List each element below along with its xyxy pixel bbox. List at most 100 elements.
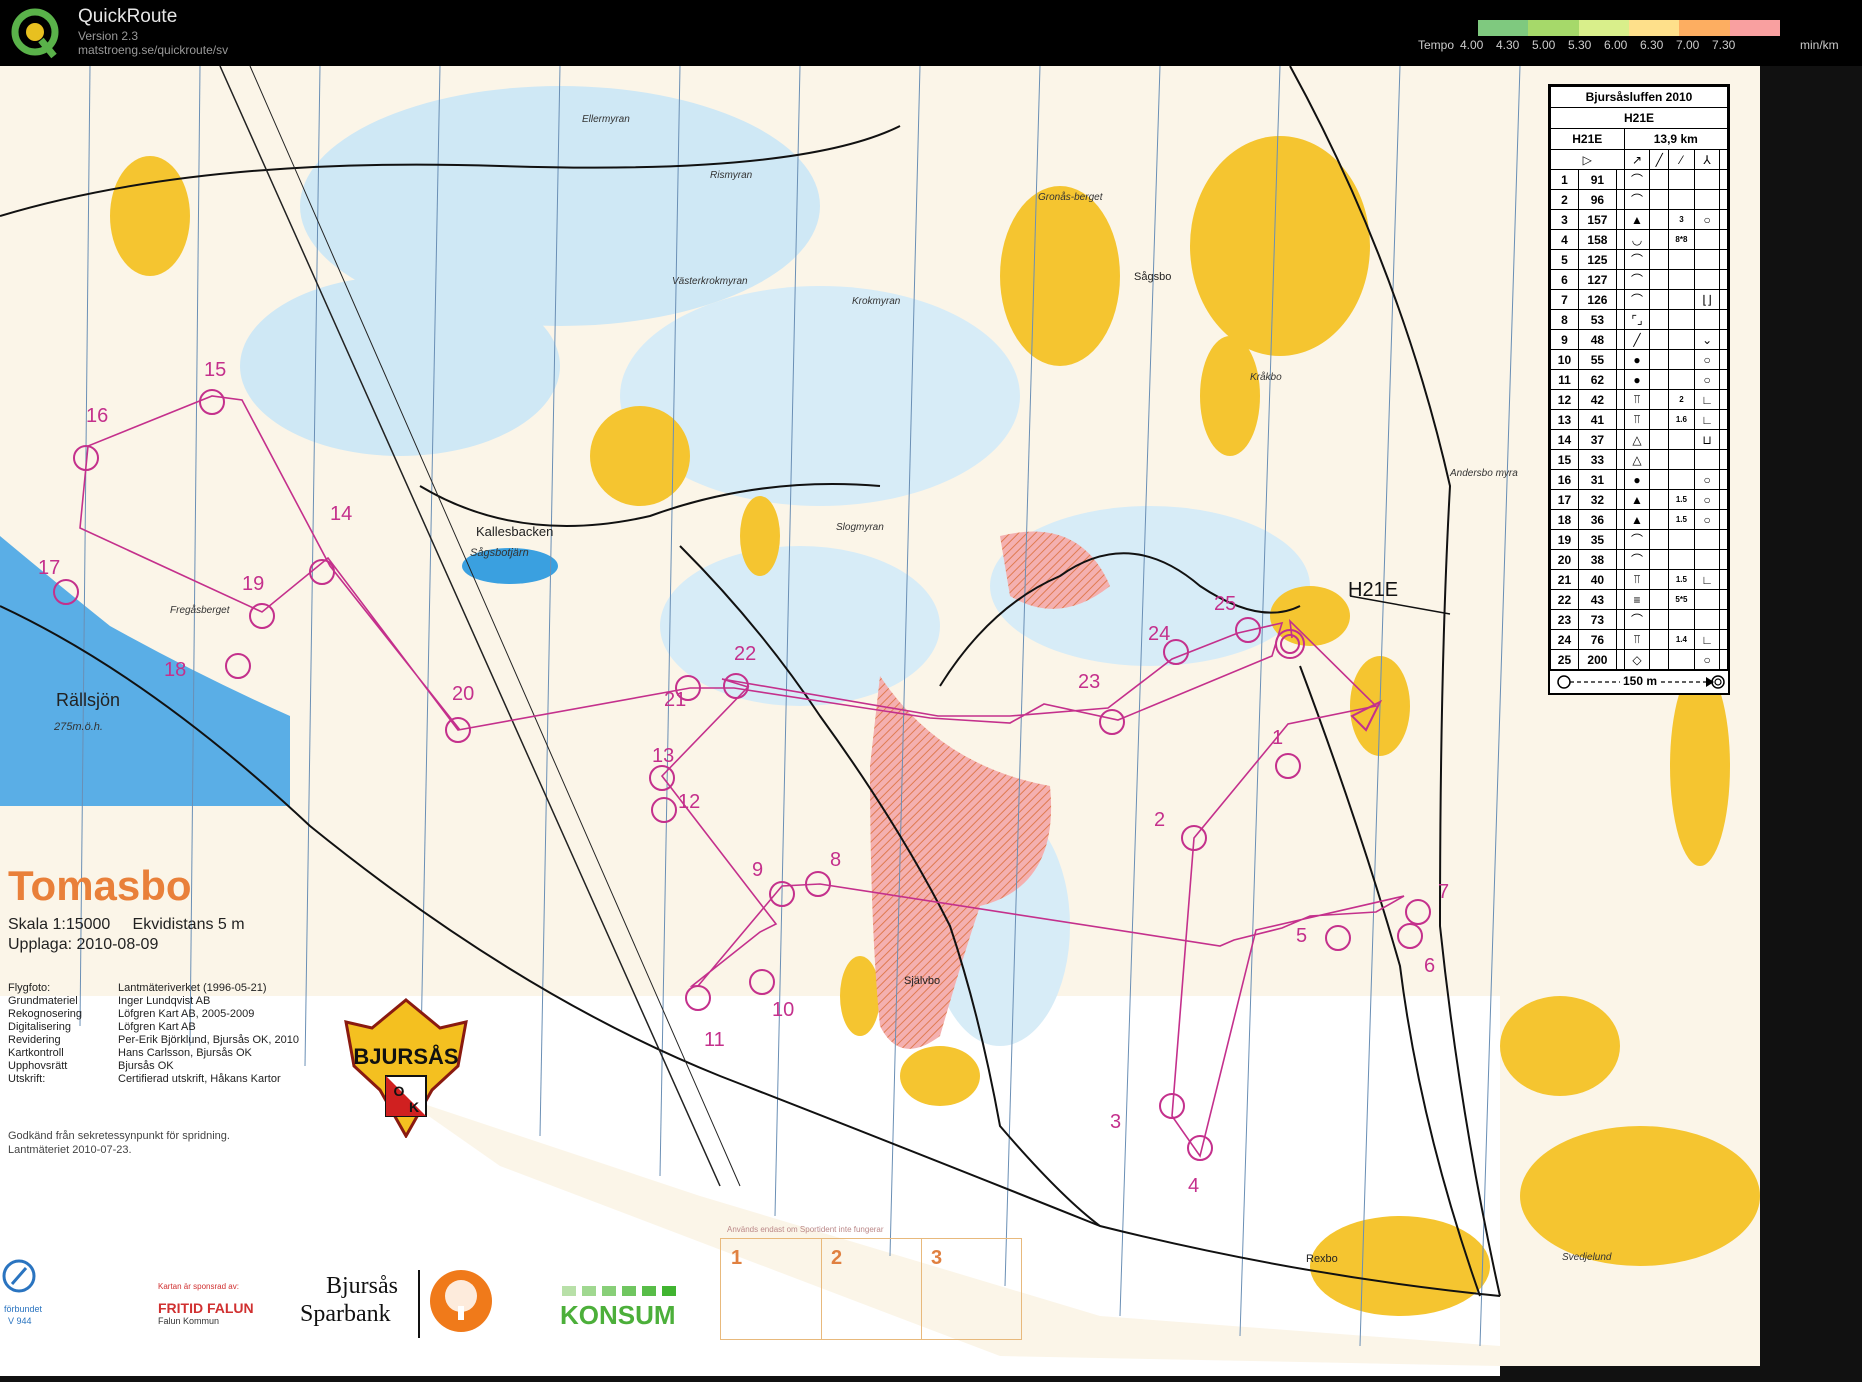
control-sequence: 7: [1550, 289, 1579, 310]
tempo-color-cell: [1578, 20, 1629, 36]
col-e: [1649, 289, 1669, 310]
position-symbol: [1693, 549, 1721, 570]
approval-note: Godkänd från sekretessynpunkt för spridn…: [8, 1130, 230, 1142]
place-rallsjon: Rällsjön: [56, 690, 120, 710]
col-e: [1649, 509, 1669, 530]
sparbank-line2: Sparbank: [300, 1301, 391, 1327]
control-code: 96: [1577, 189, 1617, 210]
control-number-3: 3: [1110, 1111, 1121, 1133]
position-symbol: [1693, 529, 1721, 550]
control-code: 157: [1577, 209, 1617, 230]
control-number-19: 19: [242, 573, 264, 595]
position-symbol: ○: [1693, 469, 1721, 490]
col-c: [1615, 629, 1625, 650]
description-row: 5 125 ⌒: [1550, 249, 1728, 270]
control-code: 32: [1577, 489, 1617, 510]
feature-symbol: ⌒: [1623, 269, 1651, 290]
col-c: [1615, 469, 1625, 490]
place-gronasberget: Gronås-berget: [1038, 191, 1104, 203]
col-h: [1719, 569, 1728, 590]
control-sequence: 20: [1550, 549, 1579, 570]
control-sequence: 10: [1550, 349, 1579, 370]
col-h: [1719, 409, 1728, 430]
col-h: [1719, 529, 1728, 550]
col-e: [1649, 589, 1669, 610]
feature-symbol: ⫪: [1623, 629, 1651, 650]
control-sequence: 11: [1550, 369, 1579, 390]
control-number-25: 25: [1214, 593, 1236, 615]
feature-symbol: ⌒: [1623, 189, 1651, 210]
col-e: [1649, 229, 1669, 250]
app-url[interactable]: matstroeng.se/quickroute/sv: [78, 43, 228, 57]
control-sequence: 18: [1550, 509, 1579, 530]
feature-symbol: ╱: [1623, 329, 1651, 350]
tempo-tick: 4.00: [1460, 38, 1484, 52]
col-h: [1719, 589, 1728, 610]
position-symbol: ○: [1693, 509, 1721, 530]
feature-symbol: ⌒: [1623, 289, 1651, 310]
quickroute-logo-icon: [11, 8, 59, 59]
col-c: [1615, 249, 1625, 270]
col-c: [1615, 549, 1625, 570]
description-row: 16 31 ● ○: [1550, 469, 1728, 490]
control-code: 53: [1577, 309, 1617, 330]
club-badge-logo: BJURSÅS O K: [344, 998, 468, 1138]
col-e: [1649, 469, 1669, 490]
si-box: 2: [821, 1239, 922, 1339]
map-contour: Ekvidistans 5 m: [132, 916, 245, 933]
feature-symbol: ⌒: [1623, 549, 1651, 570]
col-e: [1649, 249, 1669, 270]
col-c: [1615, 189, 1625, 210]
description-row: 25 200 ◇ ○: [1550, 649, 1728, 670]
description-row: 9 48 ╱ ⌄: [1550, 329, 1728, 350]
col-e: [1649, 269, 1669, 290]
dimension: [1668, 469, 1695, 490]
position-symbol: ○: [1693, 349, 1721, 370]
feature-symbol: ●: [1623, 469, 1651, 490]
map-scale: Skala 1:15000: [8, 916, 111, 933]
col-c: [1615, 569, 1625, 590]
col-h: [1719, 289, 1728, 310]
col-c: [1615, 409, 1625, 430]
control-code: 33: [1577, 449, 1617, 470]
feature-symbol: △: [1623, 449, 1651, 470]
control-number-10: 10: [772, 999, 794, 1021]
control-number-20: 20: [452, 683, 474, 705]
col-e: [1649, 209, 1669, 230]
club-k: K: [409, 1099, 419, 1115]
control-number-7: 7: [1438, 881, 1449, 903]
feature-symbol: ▲: [1623, 509, 1651, 530]
col-c: [1615, 529, 1625, 550]
description-row: 7 126 ⌒ ⌊⌋: [1550, 289, 1728, 310]
col-e: [1649, 569, 1669, 590]
dimension: 1.6: [1668, 409, 1695, 430]
club-o: O: [394, 1083, 405, 1099]
tempo-tick: 5.00: [1532, 38, 1556, 52]
control-sequence: 19: [1550, 529, 1579, 550]
position-symbol: ∟: [1693, 409, 1721, 430]
control-number-8: 8: [830, 849, 841, 871]
control-sequence: 6: [1550, 269, 1579, 290]
feature-symbol: ◡: [1623, 229, 1651, 250]
place-sjalvbo: Självbo: [904, 975, 940, 987]
tempo-unit: min/km: [1800, 38, 1839, 52]
position-symbol: [1693, 269, 1721, 290]
control-number-2: 2: [1154, 809, 1165, 831]
tempo-tick: 7.00: [1676, 38, 1700, 52]
tempo-tick: 5.30: [1568, 38, 1592, 52]
description-row: 11 62 ● ○: [1550, 369, 1728, 390]
place-rexbo: Rexbo: [1306, 1253, 1338, 1265]
position-symbol: [1693, 169, 1721, 190]
control-code: 62: [1577, 369, 1617, 390]
description-row: 18 36 ▲ 1.5 ○: [1550, 509, 1728, 530]
control-sequence: 3: [1550, 209, 1579, 230]
col-e: [1649, 189, 1669, 210]
place-krakbo: Kråkbo: [1250, 371, 1282, 383]
control-number-22: 22: [734, 643, 756, 665]
description-row: 12 42 ⫪ 2 ∟: [1550, 389, 1728, 410]
tree-icon: [445, 1280, 477, 1320]
control-code: 76: [1577, 629, 1617, 650]
col-c: [1615, 609, 1625, 630]
dimension: [1668, 309, 1695, 330]
col-h: [1719, 349, 1728, 370]
